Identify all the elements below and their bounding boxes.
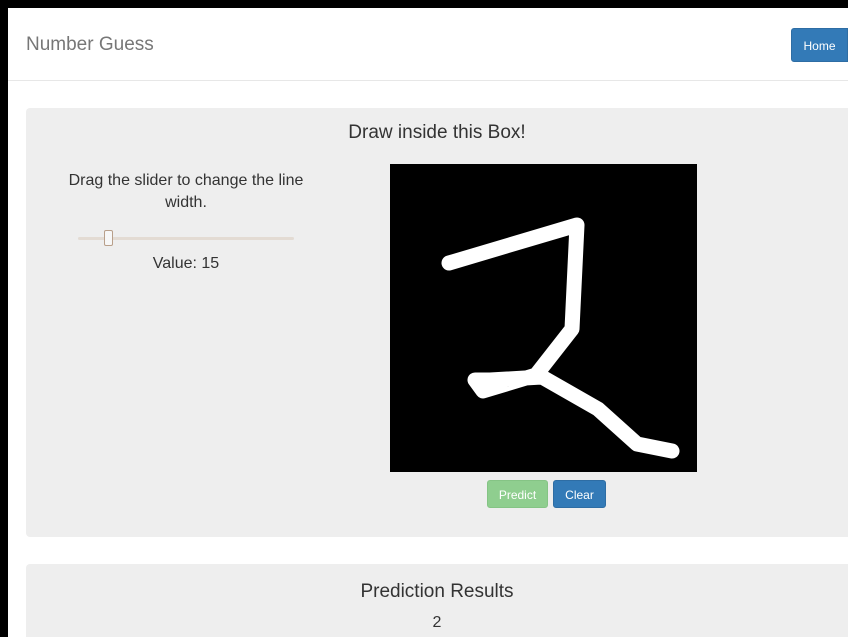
page-frame: Number Guess Home Draw inside this Box! …	[8, 8, 848, 637]
draw-panel-title: Draw inside this Box!	[348, 122, 526, 143]
prediction-value: 2	[432, 614, 442, 631]
home-button[interactable]: Home	[791, 28, 848, 62]
results-title: Prediction Results	[360, 581, 514, 602]
drawing-canvas[interactable]	[390, 164, 697, 472]
navbar: Number Guess Home	[8, 8, 848, 81]
results-panel: Prediction Results 2	[26, 564, 848, 637]
slider-instruction: Drag the slider to change the line width…	[68, 172, 304, 211]
drawn-stroke	[441, 217, 680, 459]
slider-value-label: Value: 15	[152, 255, 220, 272]
line-width-slider-handle[interactable]	[104, 230, 113, 246]
brand-title[interactable]: Number Guess	[26, 34, 154, 56]
predict-button[interactable]: Predict	[487, 480, 548, 508]
clear-button[interactable]: Clear	[553, 480, 606, 508]
drawing-surface	[441, 217, 680, 459]
draw-panel: Draw inside this Box! Drag the slider to…	[26, 108, 848, 537]
